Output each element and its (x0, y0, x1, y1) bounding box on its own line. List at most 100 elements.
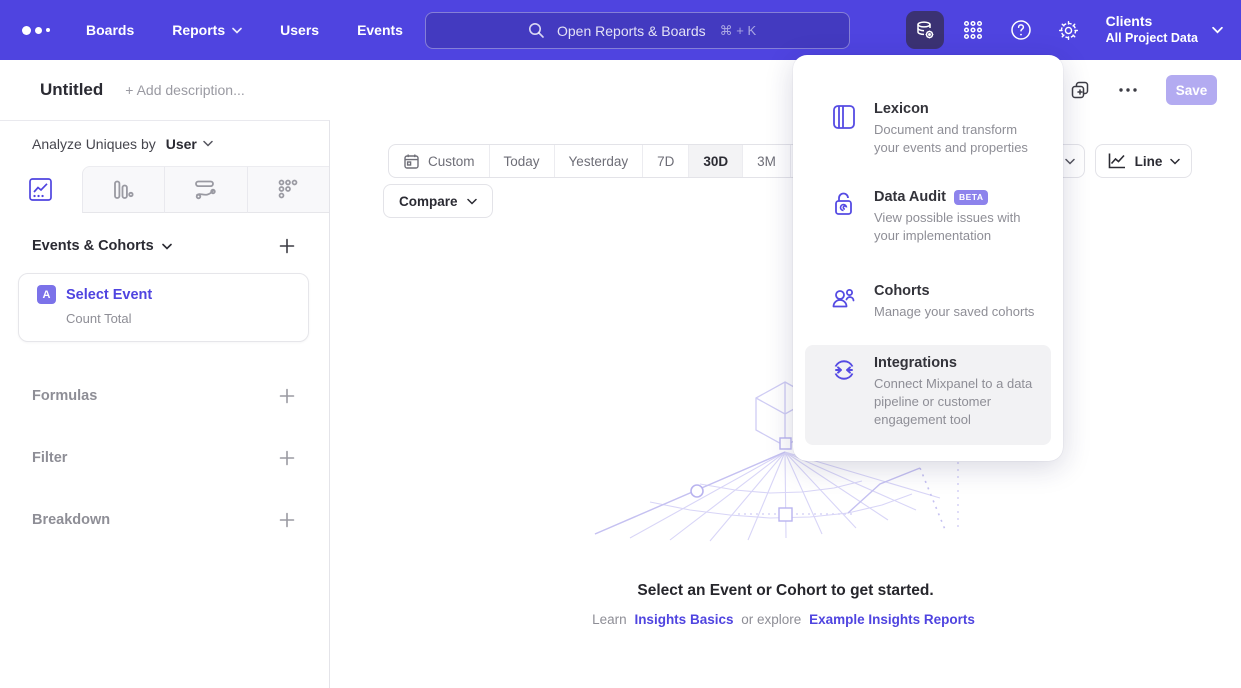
plus-icon (279, 450, 295, 466)
select-event-label: Select Event (66, 287, 152, 303)
retention-dots-tab-icon (277, 178, 300, 201)
report-canvas: Custom Today Yesterday 7D 30D 3M 6M Comp… (330, 120, 1241, 688)
line-chart-icon (1107, 152, 1127, 170)
menu-item-data-audit[interactable]: Data Audit BETA View possible issues wit… (805, 179, 1051, 255)
line-chart-tab-icon (28, 177, 53, 202)
beta-badge: BETA (954, 190, 989, 205)
report-title[interactable]: Untitled (40, 80, 103, 100)
search-placeholder: Open Reports & Boards (557, 23, 706, 39)
nav-reports-label: Reports (172, 22, 225, 38)
search-input[interactable]: Open Reports & Boards ⌘ + K (425, 12, 850, 49)
chart-type-label: Line (1135, 154, 1163, 169)
chevron-down-icon (1170, 158, 1180, 165)
chevron-down-icon (232, 27, 242, 34)
menu-item-integrations[interactable]: Integrations Connect Mixpanel to a data … (805, 345, 1051, 445)
data-management-dropdown: Lexicon Document and transform your even… (793, 55, 1063, 461)
date-range-3m[interactable]: 3M (743, 145, 791, 177)
primary-nav: Boards Reports Users Events (86, 22, 403, 38)
events-cohorts-header: Events & Cohorts (0, 238, 329, 254)
gear-icon (1057, 19, 1080, 42)
menu-item-cohorts[interactable]: Cohorts Manage your saved cohorts (805, 273, 1051, 331)
search-shortcut: ⌘ + K (720, 23, 757, 39)
menu-item-lexicon[interactable]: Lexicon Document and transform your even… (805, 91, 1051, 167)
chart-type-dropdown[interactable]: Line (1095, 144, 1192, 178)
event-card-select-event[interactable]: A Select Event Count Total (18, 273, 309, 342)
settings-button[interactable] (1050, 11, 1088, 49)
add-description-field[interactable]: + Add description... (125, 82, 244, 98)
project-selector[interactable]: Clients All Project Data (1106, 13, 1223, 46)
events-cohorts-toggle[interactable]: Events & Cohorts (32, 238, 172, 254)
date-range-yesterday[interactable]: Yesterday (555, 145, 644, 177)
tab-flows[interactable] (164, 166, 247, 213)
nav-events[interactable]: Events (357, 22, 403, 38)
date-range-today[interactable]: Today (490, 145, 555, 177)
tab-bar-chart[interactable] (82, 166, 165, 213)
tab-retention[interactable] (247, 166, 330, 213)
empty-state-links: Learn Insights Basics or explore Example… (330, 612, 1241, 627)
nav-users[interactable]: Users (280, 22, 319, 38)
mixpanel-logo-icon[interactable] (22, 26, 62, 35)
integrations-sync-icon (831, 355, 857, 435)
example-insights-reports-link[interactable]: Example Insights Reports (809, 612, 975, 627)
plus-icon (279, 388, 295, 404)
add-event-button[interactable] (279, 238, 295, 254)
lexicon-description: Document and transform your events and p… (874, 121, 1041, 157)
empty-state-title: Select an Event or Cohort to get started… (330, 582, 1241, 600)
date-range-30d-label: 30D (703, 154, 728, 169)
add-formula-button[interactable] (279, 388, 295, 404)
compare-button[interactable]: Compare (383, 184, 493, 218)
query-sidebar: Analyze Uniques by User (0, 120, 330, 688)
add-filter-button[interactable] (279, 450, 295, 466)
breakdown-label: Breakdown (32, 512, 110, 528)
cohorts-description: Manage your saved cohorts (874, 303, 1034, 321)
cohorts-people-icon (831, 283, 857, 321)
event-series-badge: A (37, 285, 56, 304)
duplicate-button[interactable] (1070, 80, 1090, 100)
add-breakdown-button[interactable] (279, 512, 295, 528)
nav-boards-label: Boards (86, 22, 134, 38)
analyze-uniques-selector[interactable]: Analyze Uniques by User (0, 121, 329, 166)
analyze-prefix: Analyze Uniques by (32, 136, 156, 152)
date-range-7d-label: 7D (657, 154, 674, 169)
integrations-description: Connect Mixpanel to a data pipeline or c… (874, 375, 1041, 429)
save-button[interactable]: Save (1166, 75, 1217, 105)
date-range-today-label: Today (504, 154, 540, 169)
filter-section: Filter (0, 450, 329, 466)
chevron-down-icon (1212, 26, 1223, 34)
compare-label: Compare (399, 194, 458, 209)
data-audit-description: View possible issues with your implement… (874, 209, 1041, 245)
date-range-30d-selected[interactable]: 30D (689, 145, 743, 177)
plus-icon (279, 512, 295, 528)
date-range-custom-label: Custom (428, 154, 475, 169)
lexicon-book-icon (831, 101, 857, 157)
tab-insights-line[interactable] (0, 166, 82, 213)
chevron-down-icon (467, 198, 477, 205)
date-range-custom[interactable]: Custom (389, 145, 490, 177)
chart-type-tabs (0, 166, 329, 213)
data-audit-title: Data Audit (874, 189, 946, 205)
nav-boards[interactable]: Boards (86, 22, 134, 38)
more-options-button[interactable] (1118, 87, 1138, 93)
data-management-button[interactable] (906, 11, 944, 49)
chevron-down-icon (162, 243, 172, 250)
top-nav: Boards Reports Users Events Open Reports… (0, 0, 1241, 60)
duplicate-icon (1070, 80, 1090, 100)
date-range-7d[interactable]: 7D (643, 145, 689, 177)
breakdown-section: Breakdown (0, 512, 329, 528)
bar-chart-tab-icon (111, 178, 135, 202)
insights-basics-link[interactable]: Insights Basics (634, 612, 733, 627)
lexicon-title: Lexicon (874, 101, 929, 117)
date-range-3m-label: 3M (757, 154, 776, 169)
nav-reports[interactable]: Reports (172, 22, 242, 38)
integrations-title: Integrations (874, 355, 957, 371)
help-button[interactable] (1002, 11, 1040, 49)
calendar-icon (403, 153, 420, 170)
formulas-label: Formulas (32, 388, 97, 404)
apps-grid-button[interactable] (954, 11, 992, 49)
chevron-down-icon (203, 140, 213, 147)
count-total-selector[interactable]: Count Total (66, 311, 294, 326)
ellipsis-icon (1118, 87, 1138, 93)
app-root: Boards Reports Users Events Open Reports… (0, 0, 1241, 688)
analyze-value: User (166, 136, 197, 152)
chevron-down-icon (1065, 158, 1075, 165)
